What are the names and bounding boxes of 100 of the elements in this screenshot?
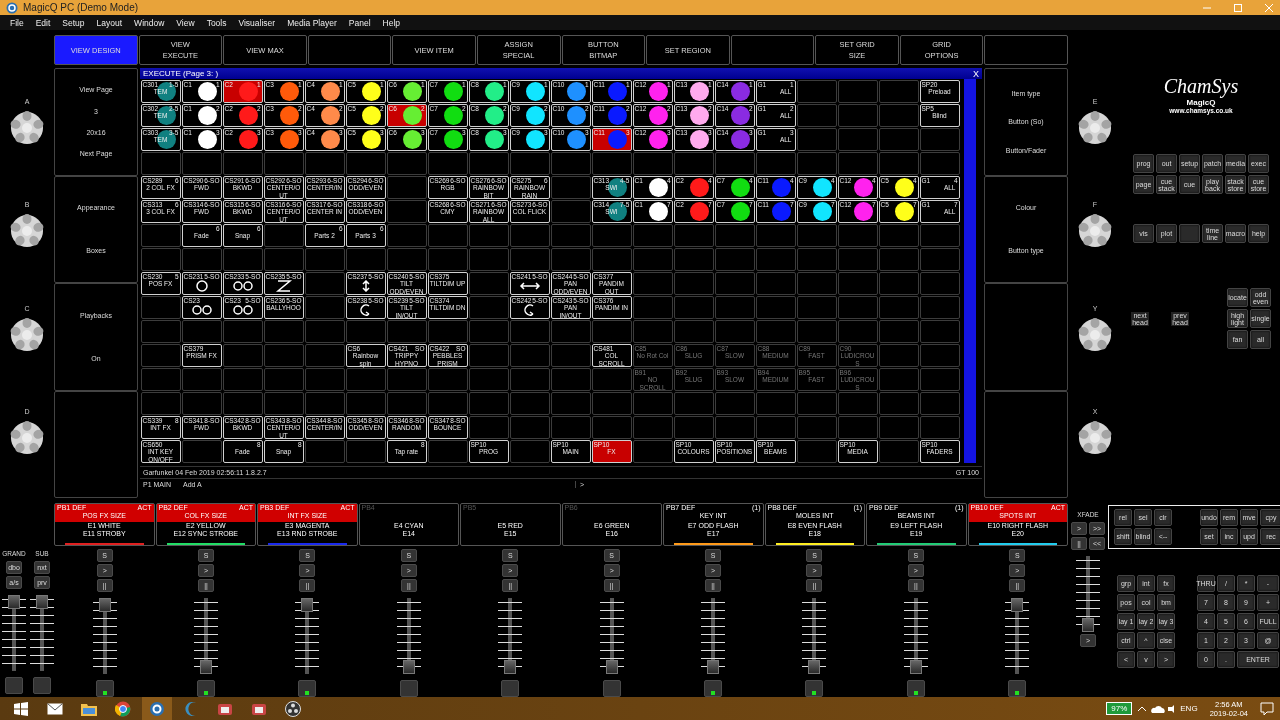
empty-slot[interactable] [140,367,181,391]
empty-slot[interactable] [714,223,755,247]
empty-slot[interactable] [837,391,878,415]
empty-slot[interactable] [796,319,837,343]
empty-slot[interactable] [427,247,468,271]
empty-slot[interactable] [550,319,591,343]
language-indicator[interactable]: ENG [1180,704,1198,713]
empty-slot[interactable] [304,319,345,343]
empty-slot[interactable] [427,439,468,463]
empty-slot[interactable] [796,103,837,127]
empty-slot[interactable] [632,415,673,439]
empty-slot[interactable] [755,391,796,415]
empty-slot[interactable] [386,151,427,175]
encoder-knob[interactable] [10,214,44,249]
empty-slot[interactable] [222,367,263,391]
menu-item[interactable]: View [170,17,201,28]
empty-slot[interactable] [919,223,960,247]
empty-slot[interactable] [140,223,181,247]
empty-slot[interactable] [837,151,878,175]
empty-slot[interactable] [181,367,222,391]
fader-thumb[interactable] [402,660,415,674]
empty-slot[interactable] [878,223,919,247]
empty-slot[interactable] [837,415,878,439]
empty-slot[interactable] [345,391,386,415]
empty-slot[interactable] [509,367,550,391]
empty-slot[interactable] [427,223,468,247]
empty-slot[interactable] [632,319,673,343]
empty-slot[interactable] [919,319,960,343]
empty-slot[interactable] [632,271,673,295]
empty-slot[interactable] [714,415,755,439]
empty-slot[interactable] [919,247,960,271]
empty-slot[interactable] [550,175,591,199]
empty-slot[interactable] [550,199,591,223]
empty-slot[interactable] [304,391,345,415]
empty-slot[interactable] [673,391,714,415]
blank-button[interactable] [730,35,815,65]
empty-slot[interactable] [837,223,878,247]
empty-slot[interactable] [222,343,263,367]
blank-button[interactable] [307,35,392,65]
empty-slot[interactable] [755,247,796,271]
empty-slot[interactable] [140,295,181,319]
empty-slot[interactable] [386,199,427,223]
fader-button[interactable] [95,680,114,697]
fader-button[interactable] [704,680,723,697]
empty-slot[interactable] [837,295,878,319]
empty-slot[interactable] [878,415,919,439]
empty-slot[interactable] [386,367,427,391]
empty-slot[interactable] [263,319,304,343]
empty-slot[interactable] [468,271,509,295]
fader-thumb[interactable] [36,595,48,609]
empty-slot[interactable] [796,127,837,151]
empty-slot[interactable] [878,103,919,127]
empty-slot[interactable] [304,271,345,295]
fader-button[interactable] [197,680,216,697]
fader-thumb[interactable] [301,598,314,612]
fader-thumb[interactable] [605,660,618,674]
empty-slot[interactable] [796,79,837,103]
encoder-knob[interactable] [10,111,44,146]
empty-slot[interactable] [427,319,468,343]
empty-slot[interactable] [878,127,919,151]
empty-slot[interactable] [263,151,304,175]
encoder-knob[interactable] [1078,111,1112,146]
empty-slot[interactable] [181,151,222,175]
fader-thumb[interactable] [98,598,111,612]
empty-slot[interactable] [878,367,919,391]
menu-item[interactable]: Help [376,17,406,28]
encoder-knob[interactable] [10,420,44,455]
menu-item[interactable]: Media Player [281,17,343,28]
fader-button[interactable] [906,680,925,697]
empty-slot[interactable] [755,223,796,247]
empty-slot[interactable] [714,151,755,175]
encoder-knob[interactable] [1078,420,1112,455]
empty-slot[interactable] [878,439,919,463]
empty-slot[interactable] [509,415,550,439]
blank-key[interactable] [1179,224,1200,243]
empty-slot[interactable] [509,319,550,343]
empty-slot[interactable] [345,319,386,343]
empty-slot[interactable] [386,223,427,247]
empty-slot[interactable] [755,295,796,319]
fader-thumb[interactable] [909,660,922,674]
empty-slot[interactable] [673,223,714,247]
empty-slot[interactable] [796,271,837,295]
empty-slot[interactable] [509,247,550,271]
empty-slot[interactable] [796,439,837,463]
empty-slot[interactable] [345,439,386,463]
empty-slot[interactable] [755,415,796,439]
empty-slot[interactable] [550,247,591,271]
empty-slot[interactable] [796,391,837,415]
empty-slot[interactable] [222,151,263,175]
empty-slot[interactable] [878,247,919,271]
empty-slot[interactable] [919,151,960,175]
empty-slot[interactable] [550,391,591,415]
empty-slot[interactable] [140,319,181,343]
empty-slot[interactable] [919,367,960,391]
empty-slot[interactable] [386,247,427,271]
close-button[interactable]: X [973,68,979,79]
empty-slot[interactable] [878,151,919,175]
empty-slot[interactable] [673,295,714,319]
empty-slot[interactable] [673,151,714,175]
empty-slot[interactable] [632,247,673,271]
